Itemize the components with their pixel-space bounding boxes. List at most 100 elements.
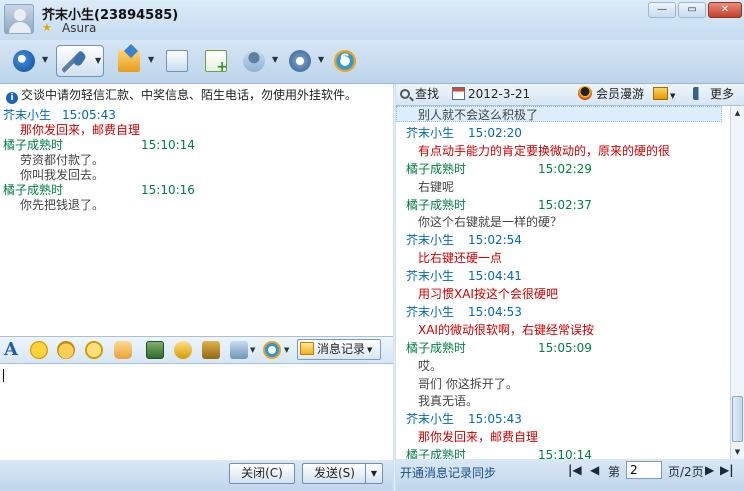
avatar-head-shape	[14, 9, 26, 21]
message-text: 劳资都付款了。	[20, 153, 105, 167]
soso-dropdown[interactable]: ▼	[284, 346, 289, 354]
video-chat-button[interactable]	[8, 45, 40, 77]
find-button[interactable]: 查找	[400, 84, 439, 105]
application-dropdown[interactable]: ▼	[318, 55, 324, 64]
date-picker[interactable]: 2012-3-21	[452, 84, 530, 105]
security-notice-text: 交谈中请勿轻信汇款、中奖信息、陌生电话，勿使用外挂软件。	[21, 88, 358, 102]
member-roaming-label: 会员漫游	[596, 87, 645, 101]
screen-capture-dropdown[interactable]: ▼	[250, 346, 255, 354]
create-doc-button[interactable]	[200, 45, 232, 77]
message-history-icon	[300, 342, 314, 355]
image-filter-button[interactable]: ▼	[653, 84, 675, 105]
soso-icon[interactable]	[263, 341, 281, 359]
message-header: 橘子成熟时 15:10:14	[0, 138, 393, 153]
speaker-icon	[693, 87, 707, 100]
security-notice: i 交谈中请勿轻信汇款、中奖信息、陌生电话，勿使用外挂软件。	[2, 84, 392, 106]
history-message-sender: 橘子成熟时	[406, 197, 467, 212]
message-sender: 橘子成熟时	[3, 138, 64, 152]
soso-search-button[interactable]	[329, 45, 361, 77]
gift-icon[interactable]	[202, 341, 220, 359]
emoticon-icon[interactable]	[30, 341, 48, 359]
scroll-down-button[interactable]: ▼	[731, 445, 744, 459]
qq-penguin-icon	[578, 86, 592, 100]
hand-gesture-icon[interactable]	[114, 341, 132, 359]
previous-page-button[interactable]: ◀	[590, 463, 599, 477]
sync-history-link[interactable]: 开通消息记录同步	[400, 464, 496, 481]
video-chat-icon	[13, 50, 35, 72]
history-message-time: 15:02:37	[538, 197, 592, 212]
message-header: 橘子成熟时 15:10:16	[0, 183, 393, 198]
application-icon	[289, 50, 311, 72]
font-icon[interactable]: A	[2, 341, 20, 359]
window-shake-icon[interactable]	[85, 341, 103, 359]
message-input[interactable]	[0, 364, 393, 460]
last-page-button[interactable]: ▶|	[720, 463, 734, 477]
next-page-button[interactable]: ▶	[705, 463, 714, 477]
contact-signature: Asura	[62, 21, 97, 35]
chat-display-area[interactable]: 芥末小生 15:05:43 那你发回来，邮费自理 橘子成熟时 15:10:14 …	[0, 108, 393, 336]
contact-avatar[interactable]	[4, 4, 34, 34]
page-label: 第	[608, 465, 621, 479]
window-close-button[interactable]: ✕	[708, 2, 742, 18]
scroll-up-button[interactable]: ▲	[731, 106, 744, 120]
history-message-time: 15:04:53	[468, 304, 522, 319]
multi-person-meeting-button[interactable]	[238, 45, 270, 77]
history-message-text: 右键呢	[418, 179, 455, 194]
main-toolbar: ▼ ▼ ▼ ▼ ▼	[0, 40, 744, 84]
send-mail-button[interactable]	[161, 45, 193, 77]
voice-chat-dropdown[interactable]: ▼	[95, 56, 101, 65]
history-message-time: 15:02:29	[538, 161, 592, 176]
history-message-text: 哥们 你这拆开了。	[418, 376, 518, 391]
history-message-time: 15:02:20	[468, 125, 522, 140]
maximize-button[interactable]: ▭	[678, 2, 706, 18]
meeting-dropdown[interactable]: ▼	[272, 55, 278, 64]
history-message-sender: 芥末小生	[406, 412, 455, 427]
music-icon[interactable]	[174, 341, 192, 359]
more-button[interactable]: 更多	[693, 84, 734, 105]
info-icon: i	[6, 92, 18, 104]
message-sender: 芥末小生	[3, 108, 52, 122]
send-button[interactable]: 发送(S)	[302, 463, 366, 484]
message-history-dropdown[interactable]: ▼	[367, 346, 372, 354]
page-number-input[interactable]	[626, 461, 662, 479]
close-chat-button[interactable]: 关闭(C)	[229, 463, 295, 484]
more-label: 更多	[710, 87, 735, 101]
send-options-dropdown[interactable]: ▼	[365, 463, 383, 484]
application-button[interactable]	[284, 45, 316, 77]
history-message-text: XAI的微动很软啊，右键经常误按	[418, 322, 594, 337]
minimize-button[interactable]: —	[648, 2, 676, 18]
member-roaming-button[interactable]: 会员漫游	[578, 84, 644, 105]
message-time: 15:10:16	[141, 183, 195, 197]
history-message-text: 我真无语。	[418, 394, 479, 409]
message-history-label: 消息记录	[317, 342, 366, 356]
magic-emoticon-icon[interactable]	[57, 341, 75, 359]
avatar-body-shape	[9, 22, 31, 33]
send-file-button[interactable]	[113, 45, 145, 77]
star-icon: ★	[42, 21, 52, 34]
history-message-time: 15:04:41	[468, 269, 522, 284]
history-message-sender: 芥末小生	[406, 233, 455, 248]
scroll-thumb[interactable]	[732, 396, 743, 442]
message-time: 15:10:14	[141, 138, 195, 152]
message-history-button[interactable]: 消息记录 ▼	[297, 339, 381, 360]
history-scrollbar[interactable]: ▲ ▼	[730, 106, 744, 459]
history-message-text: 哎。	[418, 358, 443, 373]
send-file-icon	[118, 50, 140, 72]
history-message-time: 15:10:14	[538, 448, 592, 459]
send-file-dropdown[interactable]: ▼	[148, 55, 154, 64]
message-history-pane[interactable]: 别人就不会这么积极了 芥末小生 15:02:20 有点动手能力的肯定要换微动的，原来的…	[396, 106, 730, 459]
message-sender: 橘子成熟时	[3, 183, 64, 197]
search-icon	[400, 89, 410, 99]
message-time: 15:05:43	[62, 108, 116, 122]
first-page-button[interactable]: |◀	[568, 463, 582, 477]
history-toolbar: 查找 2012-3-21 会员漫游 ▼ 更多	[396, 84, 744, 106]
calendar-icon	[452, 87, 465, 100]
send-picture-icon[interactable]	[146, 341, 164, 359]
video-chat-dropdown[interactable]: ▼	[42, 55, 48, 64]
image-filter-dropdown[interactable]: ▼	[670, 92, 675, 100]
screen-capture-icon[interactable]	[230, 341, 248, 359]
voice-chat-button[interactable]: ▼	[56, 45, 104, 77]
send-mail-icon	[166, 50, 188, 72]
history-message-text: 用习惯XAI按这个会很硬吧	[418, 287, 558, 301]
message-text: 你先把钱退了。	[20, 198, 105, 212]
